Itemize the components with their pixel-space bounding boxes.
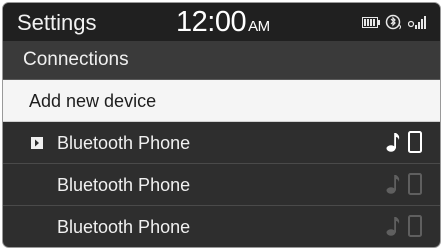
display-frame: Settings 12:00 AM Connections Add new de… [2, 2, 441, 248]
section-title: Connections [23, 49, 129, 70]
device-profile-icons [386, 173, 422, 195]
add-new-device-item[interactable]: Add new device [3, 80, 440, 122]
bluetooth-connected-icon [385, 14, 403, 30]
status-bar: Settings 12:00 AM [3, 3, 440, 41]
device-item-2[interactable]: Bluetooth Phone [3, 164, 440, 206]
device-profile-icons [386, 215, 422, 237]
device-profile-icons [386, 131, 422, 153]
battery-icon [362, 16, 380, 28]
signal-strength-icon [408, 15, 430, 29]
clock: 12:00 AM [176, 6, 270, 39]
device-item-3[interactable]: Bluetooth Phone [3, 206, 440, 247]
add-new-device-label: Add new device [29, 91, 157, 111]
phone-icon [408, 173, 422, 195]
phone-icon [408, 215, 422, 237]
status-icons [362, 14, 430, 30]
phone-icon [408, 131, 422, 153]
head-unit-screen: Settings 12:00 AM Connections Add new de… [0, 0, 445, 252]
device-name: Bluetooth Phone [57, 217, 191, 237]
music-audio-icon [386, 215, 400, 237]
clock-ampm: AM [248, 18, 270, 35]
connected-indicator-icon [31, 137, 43, 149]
section-header-connections: Connections [3, 41, 440, 80]
device-item-1[interactable]: Bluetooth Phone [3, 122, 440, 164]
music-audio-icon [386, 131, 400, 153]
clock-time: 12:00 [176, 6, 247, 38]
device-name: Bluetooth Phone [57, 133, 191, 153]
screen-title: Settings [17, 10, 97, 35]
music-audio-icon [386, 173, 400, 195]
device-name: Bluetooth Phone [57, 175, 191, 195]
